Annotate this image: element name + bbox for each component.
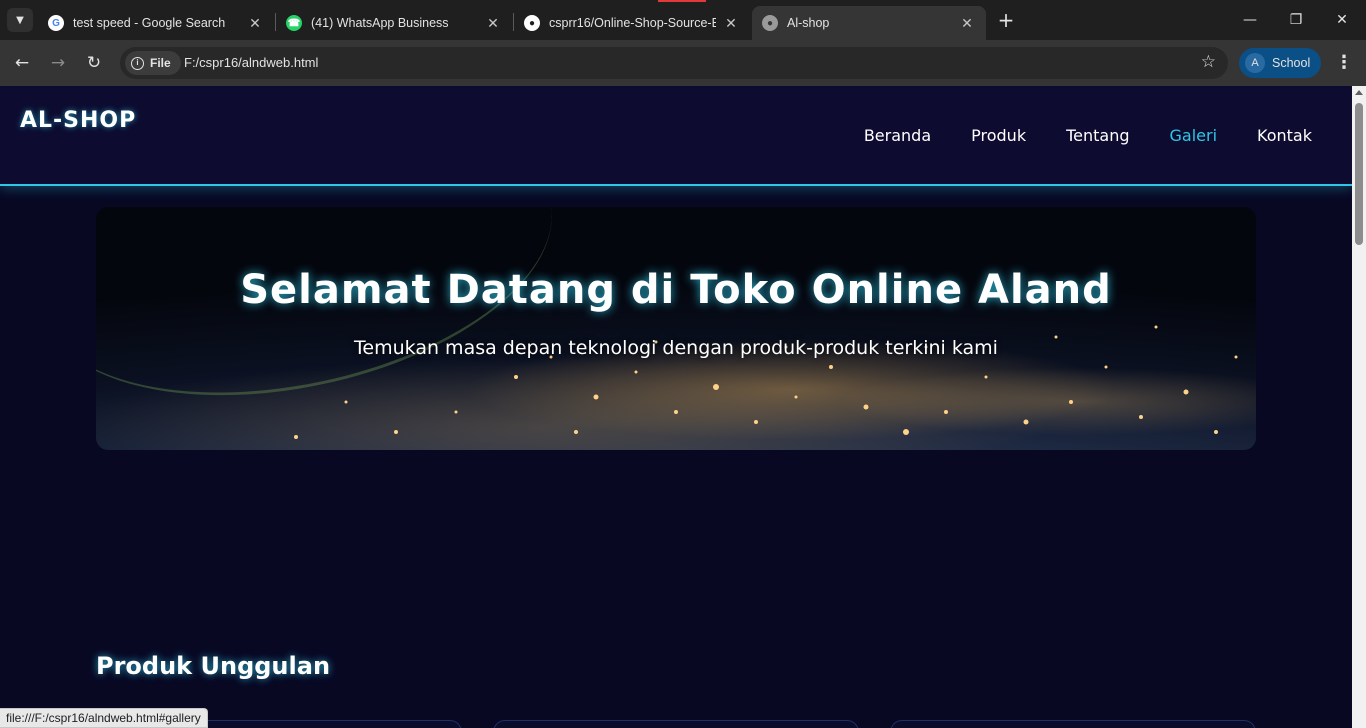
reload-icon: ↻	[86, 53, 102, 73]
bookmark-star-icon[interactable]: ☆	[1201, 52, 1216, 72]
avatar: A	[1245, 53, 1265, 73]
reload-button[interactable]: ↻	[82, 51, 106, 75]
url-text[interactable]: F:/cspr16/alndweb.html	[184, 55, 318, 70]
arrow-left-icon: ←	[14, 53, 30, 73]
close-icon: ✕	[1336, 12, 1348, 28]
tab-github[interactable]: ● csprr16/Online-Shop-Source-BY ✕	[514, 6, 750, 40]
github-icon: ●	[524, 15, 540, 31]
profile-button[interactable]: A School	[1239, 48, 1321, 78]
recording-indicator	[658, 0, 706, 2]
scroll-up-arrow-icon[interactable]	[1355, 90, 1363, 95]
info-icon: i	[131, 56, 144, 70]
nav-link-produk[interactable]: Produk	[971, 126, 1026, 145]
google-icon: G	[48, 15, 64, 31]
web-page: AL-SHOP Beranda Produk Tentang Galeri Ko…	[0, 86, 1352, 728]
product-card[interactable]	[890, 720, 1256, 728]
page-scrollbar[interactable]	[1352, 86, 1366, 728]
site-header: AL-SHOP Beranda Produk Tentang Galeri Ko…	[0, 86, 1352, 186]
tab-whatsapp[interactable]: ☎ (41) WhatsApp Business ✕	[276, 6, 512, 40]
chip-label: File	[150, 56, 171, 70]
profile-label: School	[1272, 56, 1311, 70]
product-card[interactable]	[493, 720, 859, 728]
scrollbar-thumb[interactable]	[1355, 103, 1363, 245]
tab-search-button[interactable]: ▼	[7, 8, 33, 32]
back-button[interactable]: ←	[10, 51, 34, 75]
tab-title: (41) WhatsApp Business	[311, 16, 449, 30]
nav-link-tentang[interactable]: Tentang	[1066, 126, 1129, 145]
tab-al-shop[interactable]: ● Al-shop ✕	[752, 6, 986, 40]
minimize-icon: —	[1243, 12, 1257, 28]
chevron-down-icon: ▼	[16, 14, 24, 26]
browser-toolbar: ← → ↻ i File F:/cspr16/alndweb.html ☆ A …	[0, 40, 1366, 86]
close-icon[interactable]: ✕	[484, 15, 502, 32]
tab-title: test speed - Google Search	[73, 16, 226, 30]
tab-title: Al-shop	[787, 16, 830, 30]
close-icon[interactable]: ✕	[958, 15, 976, 32]
close-window-button[interactable]: ✕	[1330, 8, 1354, 32]
minimize-button[interactable]: —	[1238, 8, 1262, 32]
hero-title: Selamat Datang di Toko Online Aland	[240, 267, 1112, 313]
kebab-menu-icon: ⋮	[1335, 52, 1353, 73]
site-info-chip[interactable]: i File	[125, 51, 181, 75]
site-logo[interactable]: AL-SHOP	[20, 108, 136, 133]
globe-icon: ●	[762, 15, 778, 31]
new-tab-button[interactable]: +	[996, 10, 1016, 30]
tab-title: csprr16/Online-Shop-Source-BY	[549, 16, 716, 30]
close-icon[interactable]: ✕	[246, 15, 264, 32]
plus-icon: +	[997, 8, 1015, 32]
nav-link-galeri[interactable]: Galeri	[1170, 126, 1218, 145]
site-nav: Beranda Produk Tentang Galeri Kontak	[864, 126, 1312, 145]
restore-button[interactable]: ❐	[1284, 8, 1308, 32]
forward-button[interactable]: →	[46, 51, 70, 75]
browser-tab-strip: ▼ G test speed - Google Search ✕ ☎ (41) …	[0, 0, 1366, 40]
arrow-right-icon: →	[50, 53, 66, 73]
hero-subtitle: Temukan masa depan teknologi dengan prod…	[354, 337, 998, 359]
address-bar[interactable]: i File F:/cspr16/alndweb.html ☆	[120, 47, 1228, 79]
nav-link-beranda[interactable]: Beranda	[864, 126, 931, 145]
link-status-bubble: file:///F:/cspr16/alndweb.html#gallery	[0, 708, 208, 728]
browser-menu-button[interactable]: ⋮	[1332, 51, 1356, 75]
nav-link-kontak[interactable]: Kontak	[1257, 126, 1312, 145]
city-lights-image	[294, 325, 1238, 439]
featured-products-heading: Produk Unggulan	[96, 652, 331, 680]
restore-icon: ❐	[1289, 12, 1303, 28]
whatsapp-icon: ☎	[286, 15, 302, 31]
close-icon[interactable]: ✕	[722, 15, 740, 32]
tab-google-search[interactable]: G test speed - Google Search ✕	[38, 6, 274, 40]
hero-banner: Selamat Datang di Toko Online Aland Temu…	[96, 207, 1256, 450]
